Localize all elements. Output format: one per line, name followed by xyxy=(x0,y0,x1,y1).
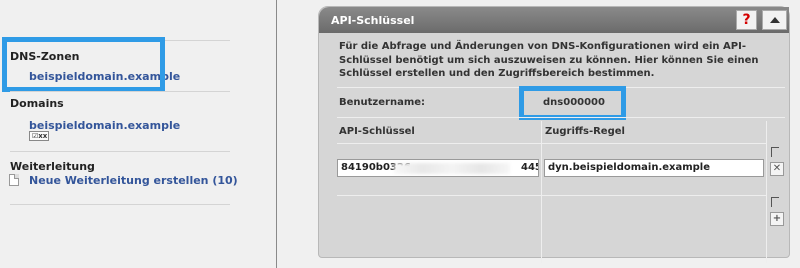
remove-row-button[interactable]: ✕ xyxy=(770,162,784,176)
add-row-button[interactable]: + xyxy=(770,212,784,226)
bracket-decoration xyxy=(771,147,779,157)
separator xyxy=(337,195,767,196)
separator xyxy=(337,117,785,118)
panel-header: API-Schlüssel ? xyxy=(319,7,789,33)
bracket-decoration xyxy=(771,197,779,207)
separator xyxy=(10,91,230,92)
highlight-box-dns-zones xyxy=(2,37,165,92)
redacted-key xyxy=(394,163,510,174)
access-rule-field[interactable]: dyn.beispieldomain.example xyxy=(544,159,764,177)
document-icon xyxy=(9,174,19,186)
panel-description: Für die Abfrage und Änderungen von DNS-K… xyxy=(339,41,759,79)
domains-title: Domains xyxy=(10,97,64,110)
api-key-suffix: 445 xyxy=(521,162,538,173)
api-key-panel: API-Schlüssel ? Für die Abfrage und Ände… xyxy=(318,6,790,263)
username-label: Benutzername: xyxy=(339,97,426,108)
domain-link[interactable]: beispieldomain.example xyxy=(29,119,180,132)
separator xyxy=(10,204,230,205)
domain-badge: ☑xx xyxy=(29,131,49,141)
forwarding-title: Weiterleitung xyxy=(10,160,95,173)
separator xyxy=(10,151,230,152)
panel-title: API-Schlüssel xyxy=(331,14,415,27)
separator xyxy=(337,143,767,144)
api-key-column-header: API-Schlüssel xyxy=(339,126,415,137)
highlight-box-username xyxy=(519,86,626,120)
api-key-field[interactable]: 84190b0326 445 xyxy=(337,159,539,177)
sidebar: DNS-Zonen beispieldomain.example Domains… xyxy=(0,0,276,268)
access-rule-column-header: Zugriffs-Regel xyxy=(545,126,625,137)
help-button[interactable]: ? xyxy=(736,10,757,30)
vertical-divider xyxy=(276,0,277,268)
collapse-button[interactable] xyxy=(762,10,787,30)
chevron-up-icon xyxy=(770,17,780,23)
domain-badge-text: xx xyxy=(38,132,48,140)
new-forwarding-link[interactable]: Neue Weiterleitung erstellen (10) xyxy=(29,174,238,187)
